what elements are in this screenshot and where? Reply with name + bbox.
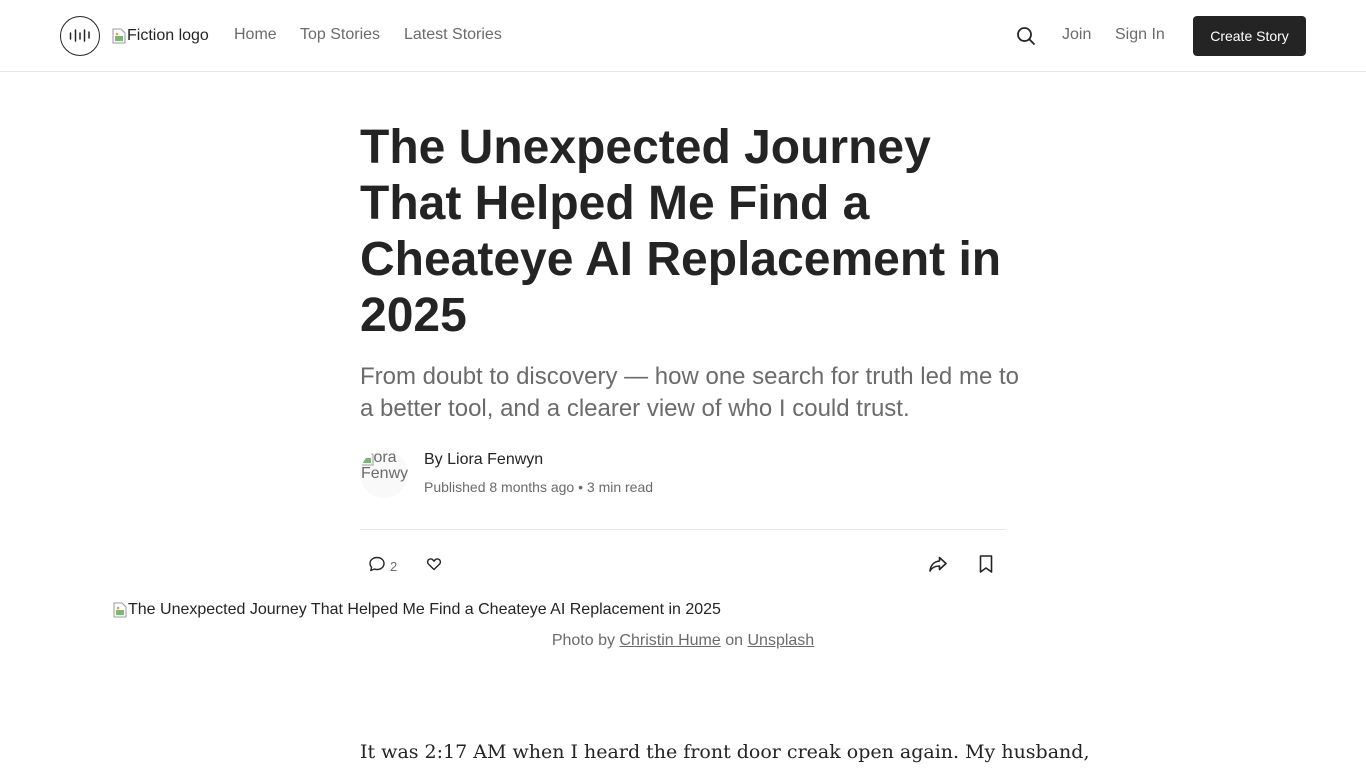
sign-in-link[interactable]: Sign In xyxy=(1115,26,1165,44)
fiction-logo-image[interactable]: Fiction logo xyxy=(112,27,209,45)
hero-image: The Unexpected Journey That Helped Me Fi… xyxy=(113,601,721,619)
hero-image-alt-text: The Unexpected Journey That Helped Me Fi… xyxy=(128,601,721,618)
share-icon xyxy=(926,552,950,581)
nav-home[interactable]: Home xyxy=(234,26,277,44)
nav-top-stories[interactable]: Top Stories xyxy=(300,26,380,44)
site-logo-icon[interactable] xyxy=(60,16,100,56)
create-story-button[interactable]: Create Story xyxy=(1193,16,1306,56)
broken-image-icon xyxy=(112,28,126,44)
author-avatar[interactable]: Liora Fenwyn xyxy=(360,450,408,498)
divider xyxy=(360,529,1006,530)
avatar-alt-wrapper: Liora Fenwyn xyxy=(360,450,408,482)
logo-alt-text: Fiction logo xyxy=(127,27,209,44)
caption-prefix: Photo by xyxy=(551,632,615,649)
nav-latest-stories[interactable]: Latest Stories xyxy=(404,26,502,44)
share-button[interactable] xyxy=(926,554,950,578)
heart-icon xyxy=(424,554,444,579)
search-icon[interactable] xyxy=(1014,24,1038,48)
comment-icon xyxy=(367,554,387,579)
photo-caption: Photo by Christin Hume on Unsplash xyxy=(0,632,1366,650)
comment-button[interactable]: 2 xyxy=(367,554,397,578)
comment-count: 2 xyxy=(390,558,398,574)
publish-meta: Published 8 months ago • 3 min read xyxy=(424,479,654,495)
article-subtitle: From doubt to discovery — how one search… xyxy=(360,363,1019,422)
site-header: Fiction logo Home Top Stories Latest Sto… xyxy=(0,0,1366,72)
broken-image-icon xyxy=(113,602,127,618)
bookmark-button[interactable] xyxy=(974,554,998,578)
article-title: The Unexpected Journey That Helped Me Fi… xyxy=(360,121,1002,342)
unsplash-link[interactable]: Unsplash xyxy=(747,632,814,649)
bookmark-icon xyxy=(974,552,998,581)
join-link[interactable]: Join xyxy=(1062,26,1091,44)
like-button[interactable] xyxy=(424,554,444,578)
author-byline[interactable]: By Liora Fenwyn xyxy=(424,451,543,469)
caption-on: on xyxy=(725,632,744,649)
article-first-paragraph: It was 2:17 AM when I heard the front do… xyxy=(360,741,1090,763)
photographer-link[interactable]: Christin Hume xyxy=(619,632,720,649)
